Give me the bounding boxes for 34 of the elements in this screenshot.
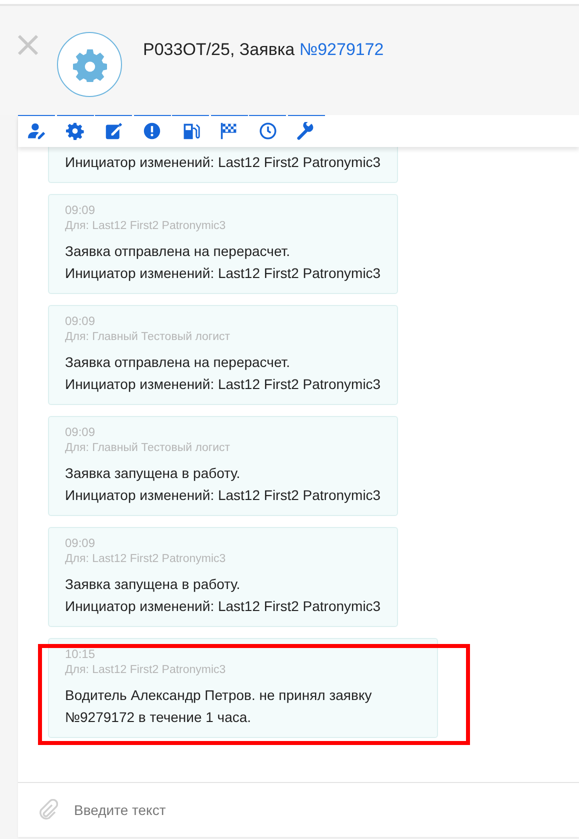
message-time: 09:09 <box>65 202 96 218</box>
message-text: Инициатор изменений: Last12 First2 Patronymic3 <box>65 375 381 394</box>
message-text: Заявка отправлена на перерасчет. <box>65 242 292 261</box>
fuel-icon <box>182 122 200 140</box>
message-text: Инициатор изменений: Last12 First2 Patronymic3 <box>65 486 381 505</box>
order-link[interactable]: №9279172 <box>299 40 384 59</box>
gear-icon <box>72 48 106 82</box>
message-text: Инициатор изменений: Last12 First2 Patronymic3 <box>65 153 381 172</box>
alert-icon <box>143 122 161 140</box>
message-text: Инициатор изменений: Last12 First2 Patronymic3 <box>65 264 381 283</box>
message-time: 09:09 <box>65 424 96 440</box>
message-text: Водитель Александр Петров. не принял заявку №9279172 в течение 1 часа. <box>65 686 373 727</box>
edit-icon <box>104 122 122 140</box>
wrench-icon <box>297 122 315 140</box>
message-text: Инициатор изменений: Last12 First2 Patronymic3 <box>65 597 381 616</box>
flag-icon <box>220 122 238 140</box>
window-title: P033OT/25, Заявка №9279172 <box>143 40 384 60</box>
paperclip-icon[interactable] <box>38 799 58 821</box>
message-time: 09:09 <box>65 313 96 329</box>
message-recipient: Для: Last12 First2 Patronymic3 <box>65 552 227 567</box>
message-recipient: Для: Last12 First2 Patronymic3 <box>65 663 227 678</box>
message-time: 09:09 <box>65 535 96 551</box>
message-text: Заявка отправлена на перерасчет. <box>65 353 292 372</box>
clock-icon <box>258 122 276 140</box>
message-text: Заявка запущена в работу. <box>65 575 242 594</box>
user-edit-icon <box>28 122 46 140</box>
message-recipient: Для: Главный Тестовый логист <box>65 441 232 456</box>
message-text: Заявка запущена в работу. <box>65 464 242 483</box>
message-recipient: Для: Last12 First2 Patronymic3 <box>65 219 227 234</box>
gear-icon <box>66 122 84 140</box>
user-edit-tab[interactable] <box>18 115 55 147</box>
message-recipient: Для: Главный Тестовый логист <box>65 330 232 345</box>
message-time: 10:15 <box>65 646 96 662</box>
message-input[interactable]: Введите текст <box>72 801 579 819</box>
